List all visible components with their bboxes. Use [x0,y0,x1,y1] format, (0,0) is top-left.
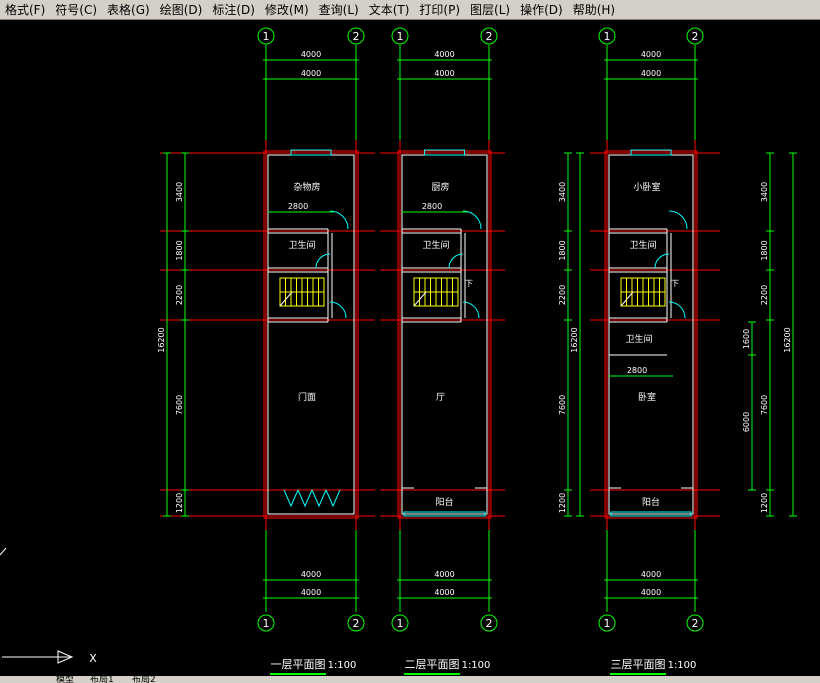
menu-item[interactable]: 操作(D) [515,1,568,19]
dimension-text: 2200 [760,285,769,305]
dimension-text: 4000 [434,50,454,59]
axis-label: 2 [692,30,699,43]
dimension-text: 2800 [288,202,308,211]
dimension-text: 7600 [558,395,567,415]
room-label: 卫生间 [288,239,315,251]
dimension-text: 16200 [570,327,579,352]
dimension-text: 1800 [558,240,567,260]
door-swing [668,210,688,230]
dimension-text: 4000 [301,69,321,78]
plan-scale: 1:100 [668,660,697,671]
layout-tab[interactable]: 布局2 [132,676,156,683]
dimension-text: 1200 [558,493,567,513]
axis-label: 2 [353,30,360,43]
shop-door [325,489,341,508]
ucs-label: X [89,652,97,665]
plan-title: 三层平面图 [611,658,666,671]
shop-door [283,489,299,508]
dimension-text: 3400 [558,182,567,202]
dimension-text: 2200 [175,285,184,305]
plan-scale: 1:100 [462,660,491,671]
dimension-text: 1800 [175,240,184,260]
axis-label: 2 [353,617,360,630]
menu-item[interactable]: 图层(L) [465,1,515,19]
stair-label: 下 [465,279,473,288]
room-label: 厨房 [431,181,449,193]
dimension-text: 4000 [434,570,454,579]
room-label: 小卧室 [633,181,660,193]
inner-wall [267,154,355,515]
dimension-text: 4000 [301,50,321,59]
room-label: 卫生间 [625,333,652,345]
menu-item[interactable]: 文本(T) [364,1,415,19]
room-label: 卫生间 [422,239,449,251]
axis-label: 2 [486,617,493,630]
door-swing [462,210,482,230]
room-label: 杂物房 [293,181,320,193]
dimension-text: 4000 [301,588,321,597]
plan-scale: 1:100 [328,660,357,671]
room-label: 阳台 [642,496,660,508]
dimension-text: 2800 [627,366,647,375]
menu-item[interactable]: 格式(F) [0,1,50,19]
dimension-text: 1600 [742,329,751,349]
dimension-text: 1800 [760,240,769,260]
menu-item[interactable]: 符号(C) [50,1,102,19]
menu-item[interactable]: 标注(D) [207,1,260,19]
dimension-text: 4000 [641,588,661,597]
menu-item[interactable]: 帮助(H) [568,1,620,19]
axis-label: 1 [263,30,270,43]
axis-label: 1 [397,617,404,630]
axis-label: 2 [486,30,493,43]
menu-item[interactable]: 表格(G) [102,1,155,19]
plan-title: 一层平面图 [271,658,326,671]
room-label: 厅 [436,392,445,403]
dimension-text: 4000 [434,588,454,597]
axis-label: 2 [692,617,699,630]
menu-item[interactable]: 修改(M) [260,1,314,19]
room-label: 门面 [298,391,316,403]
dimension-text: 1200 [175,493,184,513]
shop-door [297,489,313,508]
dimension-text: 4000 [641,50,661,59]
axis-label: 1 [263,617,270,630]
outer-wall [263,150,359,519]
outer-wall [397,150,492,519]
axis-label: 1 [604,30,611,43]
dimension-text: 4000 [641,570,661,579]
dimension-text: 7600 [760,395,769,415]
drawing-canvas[interactable]: 1 2 1 2 4000 4000 4000 4000 2800 杂物房 卫生间 门面 一层平面图 1:1… [0,20,820,683]
room-label: 卫生间 [629,239,656,251]
room-label: 卧室 [638,391,656,403]
dimension-text: 6000 [742,412,751,432]
menu-item[interactable]: 打印(P) [414,1,465,19]
layout-tabs: 模型 布局1 布局2 [0,676,820,683]
inner-wall [401,154,488,515]
plan-title: 二层平面图 [405,658,460,671]
dimension-text: 7600 [175,395,184,415]
dimension-text: 1200 [760,493,769,513]
dimension-text: 16200 [783,327,792,352]
menu-bar: 格式(F) 符号(C) 表格(G) 绘图(D) 标注(D) 修改(M) 查询(L) 文本(T)… [0,0,820,20]
cad-drawing[interactable]: 1 21 240004000400040002800杂物房卫生间门面一层平面图 1:1… [0,20,820,683]
stair-label: 下 [671,279,679,288]
axis-label: 1 [604,617,611,630]
dimension-text: 2800 [422,202,442,211]
dimension-text: 3400 [175,182,184,202]
layout-tab[interactable]: 模型 [56,676,74,683]
axis-label: 1 [397,30,404,43]
room-label: 阳台 [435,496,453,508]
dimension-text: 4000 [641,69,661,78]
dimension-text: 4000 [301,570,321,579]
dimension-text: 2200 [558,285,567,305]
door-swing [329,210,349,230]
dimension-text: 4000 [434,69,454,78]
layout-tab[interactable]: 布局1 [90,676,114,683]
menu-item[interactable]: 查询(L) [314,1,364,19]
menu-item[interactable]: 绘图(D) [155,1,208,19]
dimension-text: 3400 [760,182,769,202]
shop-door [311,489,327,508]
ucs-axis [0,547,7,556]
dimension-text: 16200 [157,327,166,352]
